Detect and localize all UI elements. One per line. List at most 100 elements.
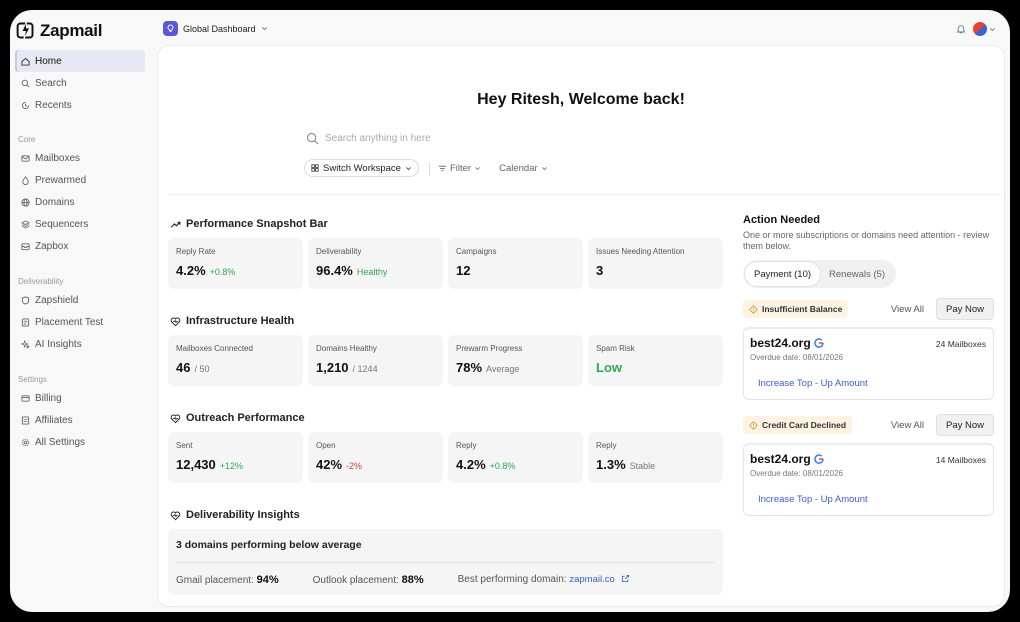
increase-topup-link[interactable]: Increase Top - Up Amount [758,494,868,505]
view-all-link[interactable]: View All [891,420,924,431]
metric-card-spam-risk: Spam Risk Low [588,335,723,386]
metric-value: 42% [316,457,343,472]
subscription-card[interactable]: best24.org 14 Mailboxes Overdue date: 08… [743,443,994,516]
outreach-cards: Sent 12,430 +12% Open 42% -2% Reply 4.2% +0.8%… [168,432,723,483]
overdue-date: Overdue date: 08/01/2026 [750,353,843,362]
filter-label: Filter [449,162,472,174]
pay-now-button[interactable]: Pay Now [935,414,994,436]
sidebar-item-search[interactable]: Search [15,72,145,94]
zapmail-logo-icon [16,21,34,40]
metric-card-issues: Issues Needing Attention 3 [588,238,723,289]
search-icon [306,132,319,145]
metric-value: 96.4% [316,263,353,278]
sidebar-item-billing[interactable]: Billing [15,387,145,409]
outlook-placement-value: 88% [401,574,424,586]
external-link-icon[interactable] [621,574,630,583]
domain-name: best24.org [750,452,811,466]
sidebar-item-sequencers[interactable]: Sequencers [15,213,145,235]
recents-icon [21,101,30,109]
mailbox-icon [21,154,30,162]
search-bar[interactable]: Search anything in here [306,132,431,145]
gmail-placement-label: Gmail placement: [176,575,254,586]
sidebar-item-ai-insights[interactable]: AI Insights [15,333,145,355]
zapbox-icon [21,242,30,250]
chevron-down-icon [475,166,480,170]
increase-topup-link[interactable]: Increase Top - Up Amount [758,378,868,389]
calendar-button[interactable]: Calendar [499,163,548,174]
metric-label: Issues Needing Attention [596,247,685,256]
metric-label: Deliverability [316,247,362,256]
subscription-card[interactable]: best24.org 24 Mailboxes Overdue date: 08… [743,327,994,400]
filter-bar: Switch Workspace Filter Calendar [304,159,566,177]
metric-value: 3 [596,263,604,278]
sidebar-item-zapbox[interactable]: Zapbox [15,235,145,257]
metric-value: 4.2% [176,263,206,278]
workspace-label: Global Dashboard [183,23,256,34]
workspace-selector[interactable]: Global Dashboard [163,21,268,36]
metric-label: Open [316,441,336,450]
metric-card-reply-stable: Reply 1.3% Stable [588,432,723,483]
sidebar-item-placement-test[interactable]: Placement Test [15,311,145,333]
sidebar-item-home[interactable]: Home [15,50,145,72]
sidebar-section-title: Core [18,135,36,144]
card-accent [746,443,991,447]
sidebar-item-prewarmed[interactable]: Prewarmed [15,169,145,191]
status-badge: Credit Card Declined [743,416,853,434]
metric-note: Stable [629,461,656,471]
performance-section-title: Performance Snapshot Bar [170,218,328,230]
home-icon [21,57,30,66]
logo[interactable]: Zapmail [15,20,102,41]
action-needed-panel: Action Needed One or more subscriptions … [743,214,994,516]
performance-cards: Reply Rate 4.2% +0.8% Deliverability 96.4% H… [168,238,723,289]
search-icon [21,79,30,87]
metric-value: 1,210 [316,360,349,375]
pay-now-button[interactable]: Pay Now [935,298,994,320]
sidebar-item-recents[interactable]: Recents [15,94,145,116]
user-menu[interactable] [973,22,996,36]
chevron-down-icon [990,27,995,31]
sidebar-item-mailboxes[interactable]: Mailboxes [15,147,145,169]
switch-workspace-button[interactable]: Switch Workspace [304,159,419,177]
sparkle-icon [21,339,30,349]
metric-card-domains-healthy: Domains Healthy 1,210/ 1244 [308,335,443,386]
metric-card-reply: Reply 4.2% +0.8% [448,432,583,483]
infrastructure-cards: Mailboxes Connected 46/ 50 Domains Health… [168,335,723,386]
sidebar-item-label: Zapshield [35,294,79,306]
section-title-text: Infrastructure Health [186,315,295,327]
search-input[interactable]: Search anything in here [325,133,431,144]
alert-header: Insufficient Balance View All Pay Now [743,298,994,320]
badge-label: Credit Card Declined [762,420,847,430]
overdue-date: Overdue date: 08/01/2026 [750,469,843,478]
metric-card-mailboxes: Mailboxes Connected 46/ 50 [168,335,303,386]
insights-section-title: Deliverability Insights [170,509,300,521]
bell-icon[interactable] [956,24,966,34]
metric-card-reply-rate: Reply Rate 4.2% +0.8% [168,238,303,289]
tab-payment[interactable]: Payment (10) [745,262,821,286]
main-panel: Hey Ritesh, Welcome back! Search anythin… [157,45,1005,607]
metric-value: Low [596,360,622,375]
divider [176,562,715,563]
metric-value: 12 [456,263,471,278]
sidebar-item-affiliates[interactable]: Affiliates [15,409,145,431]
outreach-section-title: Outreach Performance [170,412,305,424]
warning-diamond-icon [749,304,758,314]
sidebar: Zapmail Home Search Recents Core Mailbox… [10,10,156,612]
billing-icon [21,394,30,402]
sidebar-item-zapshield[interactable]: Zapshield [15,289,145,311]
metric-note: / 1244 [352,364,378,374]
filter-button[interactable]: Filter [438,163,481,174]
card-accent [746,327,991,331]
greeting: Hey Ritesh, Welcome back! [477,91,685,108]
filter-icon [438,165,447,171]
metric-card-campaigns: Campaigns 12 [448,238,583,289]
sidebar-item-domains[interactable]: Domains [15,191,145,213]
grid-icon [311,164,319,172]
google-icon [813,338,824,348]
tab-renewals[interactable]: Renewals (5) [820,262,894,286]
divider [428,161,430,175]
gear-icon [21,438,30,446]
best-domain-link[interactable]: zapmail.co [569,574,614,585]
view-all-link[interactable]: View All [891,304,924,315]
sidebar-item-all-settings[interactable]: All Settings [15,431,145,453]
shield-icon [21,295,30,305]
